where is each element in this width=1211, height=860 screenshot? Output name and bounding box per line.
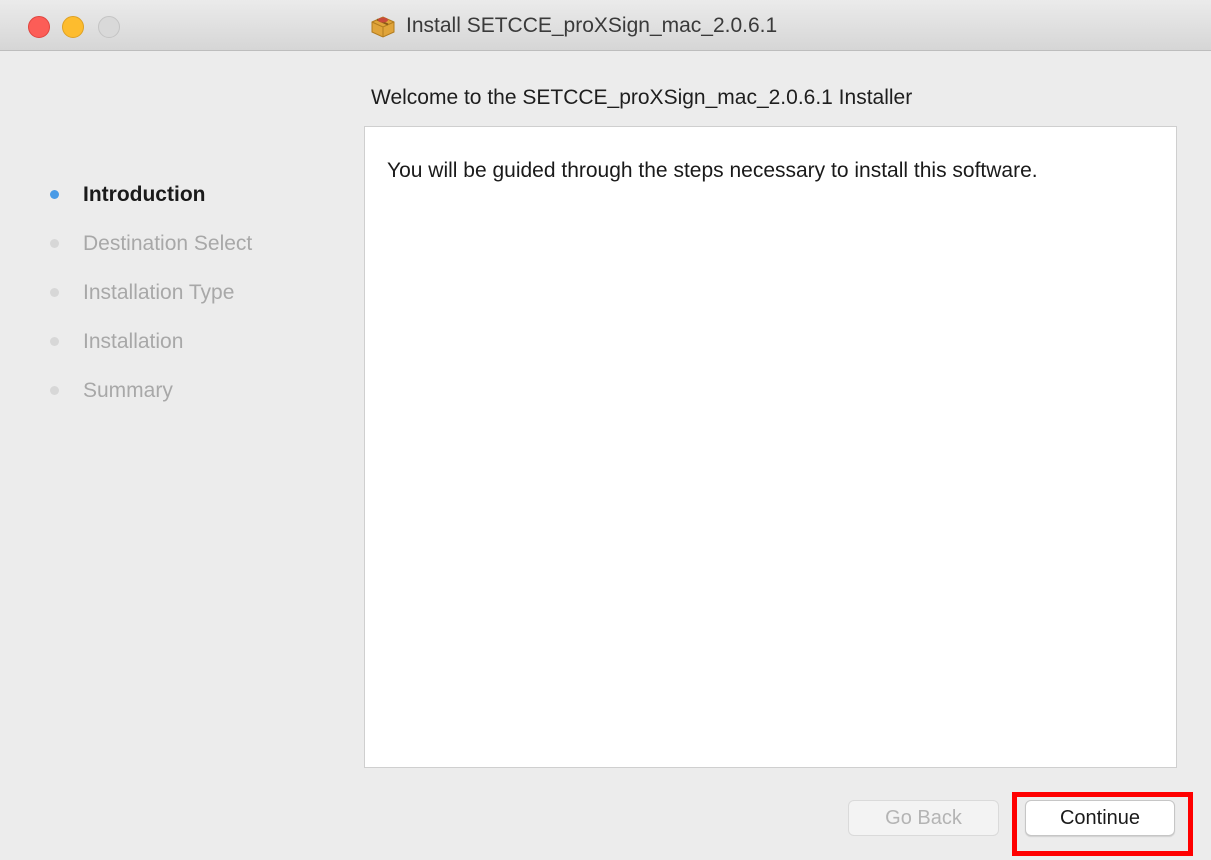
- step-indicator-dot-icon: [50, 239, 59, 248]
- minimize-window-button[interactable]: [62, 16, 84, 38]
- close-window-button[interactable]: [28, 16, 50, 38]
- step-introduction: Introduction: [50, 170, 252, 219]
- installer-steps-sidebar: Introduction Destination Select Installa…: [50, 170, 252, 415]
- zoom-window-button[interactable]: [98, 16, 120, 38]
- step-indicator-dot-icon: [50, 190, 59, 199]
- step-label: Destination Select: [83, 231, 253, 255]
- content-panel: You will be guided through the steps nec…: [364, 126, 1177, 768]
- window-title-text: Install SETCCE_proXSign_mac_2.0.6.1: [406, 14, 778, 37]
- package-icon: [371, 16, 395, 38]
- window-title: Install SETCCE_proXSign_mac_2.0.6.1: [370, 10, 777, 42]
- step-label: Installation: [83, 329, 184, 353]
- installer-window: Install SETCCE_proXSign_mac_2.0.6.1 Welc…: [0, 0, 1211, 860]
- step-indicator-dot-icon: [50, 288, 59, 297]
- introduction-text: You will be guided through the steps nec…: [387, 159, 1038, 182]
- step-label: Introduction: [83, 182, 206, 206]
- step-installation: Installation: [50, 317, 252, 366]
- step-summary: Summary: [50, 366, 252, 415]
- continue-button[interactable]: Continue: [1025, 800, 1175, 836]
- go-back-button[interactable]: Go Back: [848, 800, 999, 836]
- step-installation-type: Installation Type: [50, 268, 252, 317]
- installer-heading: Welcome to the SETCCE_proXSign_mac_2.0.6…: [371, 86, 913, 109]
- step-indicator-dot-icon: [50, 386, 59, 395]
- step-destination-select: Destination Select: [50, 219, 252, 268]
- step-indicator-dot-icon: [50, 337, 59, 346]
- step-label: Summary: [83, 378, 173, 402]
- title-bar[interactable]: Install SETCCE_proXSign_mac_2.0.6.1: [0, 0, 1211, 51]
- step-label: Installation Type: [83, 280, 235, 304]
